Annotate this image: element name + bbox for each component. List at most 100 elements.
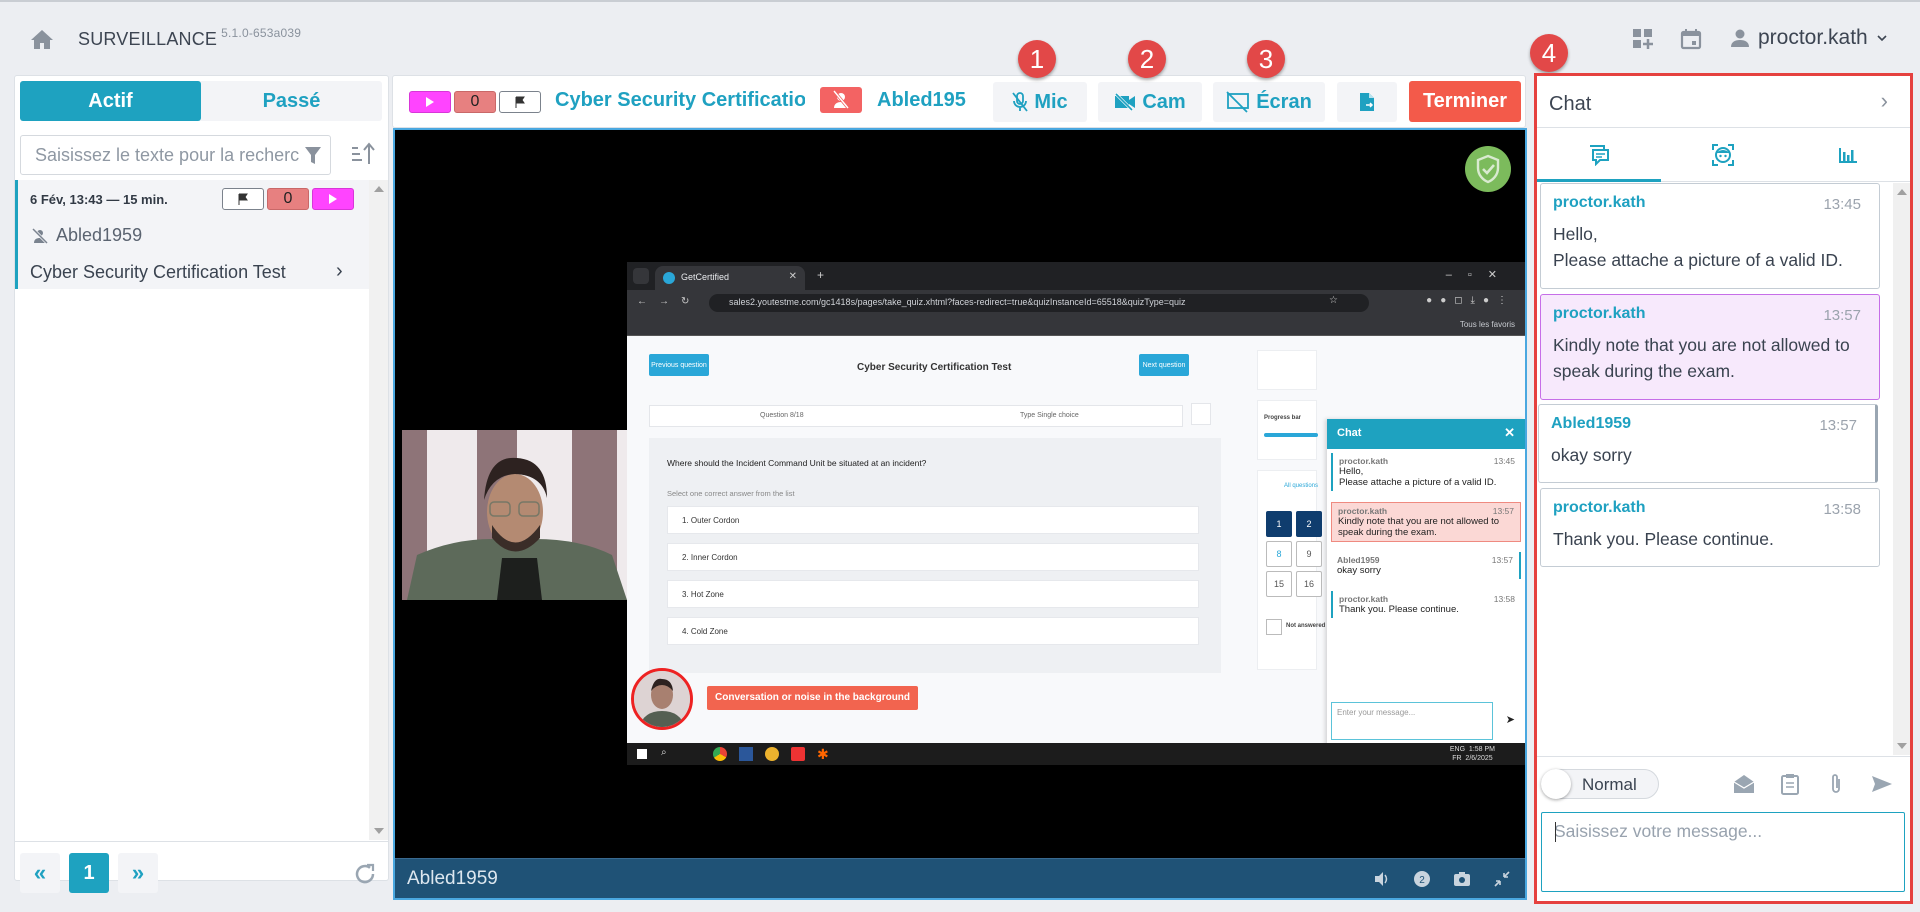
- open-envelope-icon[interactable]: [1733, 773, 1755, 795]
- search-input[interactable]: Saisissez le texte pour la recherche: [20, 135, 331, 175]
- play-icon: [426, 97, 434, 107]
- question-number-button: 1: [1266, 511, 1292, 537]
- cam-button[interactable]: Cam: [1098, 82, 1202, 122]
- clipboard-icon[interactable]: [1779, 773, 1801, 795]
- home-icon[interactable]: [30, 28, 54, 50]
- divider: [1537, 756, 1910, 757]
- search-placeholder: Saisissez le texte pour la recherche: [35, 144, 300, 165]
- mic-label: Mic: [1034, 90, 1068, 113]
- bookmark-star-icon: ☆: [1329, 295, 1338, 306]
- scroll-down-icon[interactable]: [374, 828, 384, 834]
- session-user: Abled1959: [32, 225, 142, 246]
- question-info-bar: Question 8/18 Type Single choice: [649, 405, 1183, 427]
- shared-screen: GetCertified ✕ + –▫✕ ←→↻ sales2.youtestm…: [627, 262, 1525, 765]
- question-number-button: 16: [1296, 571, 1322, 597]
- user-menu[interactable]: proctor.kath: [1730, 26, 1888, 50]
- scroll-up-icon[interactable]: [374, 186, 384, 192]
- message-text: Thank you. Please continue.: [1553, 529, 1774, 549]
- first-page-button[interactable]: «: [20, 853, 60, 893]
- sort-icon[interactable]: [350, 142, 376, 166]
- quiz-title: Cyber Security Certification Test: [857, 362, 1012, 373]
- chat-message: proctor.kath 13:45 Hello, Please attache…: [1540, 183, 1880, 289]
- priority-label: Normal: [1582, 775, 1637, 794]
- dashboard-add-icon[interactable]: [1632, 28, 1654, 50]
- end-session-button[interactable]: Terminer: [1409, 81, 1521, 122]
- message-time: 13:57: [1823, 307, 1861, 324]
- answer-option: 2. Inner Cordon: [667, 543, 1199, 571]
- inner-chat-title: Chat: [1337, 427, 1362, 439]
- play-badge[interactable]: [409, 91, 451, 113]
- video-viewer[interactable]: GetCertified ✕ + –▫✕ ←→↻ sales2.youtestm…: [393, 128, 1527, 900]
- quiz-page: Previous question Cyber Security Certifi…: [627, 336, 1525, 765]
- windows-taskbar: ⌕ ✱ ENG 1:58 PM FR 2/6/2025: [627, 743, 1525, 765]
- tray-time: 1:58 PM: [1468, 746, 1495, 753]
- inner-chat-widget: Chat ✕ proctor.kath 13:45 Hello, Please at…: [1327, 419, 1525, 765]
- bookmarks-label: Tous les favoris: [1459, 320, 1515, 329]
- scroll-up-icon[interactable]: [1897, 189, 1907, 195]
- bookmarks-bar: Tous les favoris: [627, 316, 1525, 336]
- browser-tab-bar: GetCertified ✕ + –▫✕: [627, 262, 1525, 290]
- filter-icon[interactable]: [304, 146, 322, 166]
- question-instruction: Select one correct answer from the list: [667, 489, 795, 498]
- refresh-icon[interactable]: [353, 862, 377, 886]
- word-icon: [739, 747, 753, 761]
- mic-button[interactable]: Mic: [993, 82, 1087, 122]
- session-list-scrollbar[interactable]: [369, 180, 388, 840]
- session-tabs: Actif Passé: [20, 81, 382, 121]
- report-button[interactable]: [1337, 82, 1397, 122]
- attachment-icon[interactable]: [1825, 773, 1847, 795]
- flag-badge[interactable]: [499, 91, 541, 113]
- volume-icon[interactable]: [1373, 870, 1391, 888]
- progress-bar: [1264, 433, 1318, 437]
- inner-chat-input: Enter your message...: [1331, 702, 1493, 740]
- scroll-down-icon[interactable]: [1897, 743, 1907, 749]
- tab-face-detection[interactable]: [1661, 129, 1785, 181]
- session-toolbar: 0 Cyber Security Certification Test Able…: [392, 75, 1526, 128]
- search-icon: ⌕: [661, 747, 667, 758]
- message-sender: Abled1959: [1551, 415, 1632, 432]
- play-badge[interactable]: [312, 188, 354, 210]
- candidate-username: Abled195: [877, 89, 966, 111]
- screen-button[interactable]: Écran: [1213, 82, 1325, 122]
- annotation-marker-4: 4: [1530, 34, 1568, 72]
- flag-icon: [515, 96, 525, 108]
- message-time: 13:57: [1492, 506, 1514, 516]
- status-indicator: [1465, 146, 1511, 192]
- zoom-level-icon[interactable]: 2: [1413, 870, 1431, 888]
- send-icon[interactable]: [1871, 773, 1893, 795]
- alert-count-badge[interactable]: 0: [267, 188, 309, 210]
- last-page-button[interactable]: »: [118, 853, 158, 893]
- alert-label: Conversation or noise in the background: [707, 686, 919, 710]
- snapshot-icon[interactable]: [1453, 870, 1471, 888]
- tab-chat[interactable]: [1537, 129, 1662, 182]
- page-1-button[interactable]: 1: [69, 853, 109, 893]
- question-text: Where should the Incident Command Unit b…: [667, 458, 927, 468]
- close-icon: ✕: [1504, 425, 1515, 440]
- session-item[interactable]: 6 Fév, 13:43 — 15 min. 0 Abled1959 Cyber…: [15, 180, 369, 289]
- tab-statistics[interactable]: [1786, 129, 1910, 181]
- question-number: Question 8/18: [760, 412, 804, 419]
- calendar-icon[interactable]: [1680, 28, 1702, 50]
- question-number-button: 15: [1266, 571, 1292, 597]
- flag-badge[interactable]: [222, 188, 264, 210]
- session-date: 6 Fév, 13:43 — 15 min.: [30, 192, 168, 207]
- chat-icon: [1590, 145, 1610, 166]
- flag-icon: [238, 193, 248, 205]
- legend-checkbox: [1266, 619, 1282, 635]
- collapse-panel-icon[interactable]: ›: [1881, 88, 1888, 114]
- sessions-panel: Actif Passé Saisissez le texte pour la r…: [14, 75, 389, 893]
- priority-toggle[interactable]: Normal: [1541, 769, 1659, 799]
- chat-scrollbar[interactable]: [1893, 183, 1910, 755]
- next-question-button: Next question: [1139, 354, 1189, 376]
- exit-fullscreen-icon[interactable]: [1493, 870, 1511, 888]
- chat-message-input[interactable]: Saisissez votre message...: [1541, 812, 1905, 892]
- chevron-right-icon[interactable]: ›: [336, 260, 343, 283]
- app-icon: ✱: [817, 746, 829, 762]
- alert-count-badge[interactable]: 0: [454, 91, 496, 113]
- tab-actif[interactable]: Actif: [20, 81, 201, 121]
- toggle-knob[interactable]: [1541, 769, 1571, 799]
- question-type: Type Single choice: [1020, 412, 1079, 419]
- chat-header: Chat ›: [1537, 76, 1910, 128]
- candidate-webcam-image: [402, 430, 627, 600]
- tab-passe[interactable]: Passé: [201, 81, 382, 121]
